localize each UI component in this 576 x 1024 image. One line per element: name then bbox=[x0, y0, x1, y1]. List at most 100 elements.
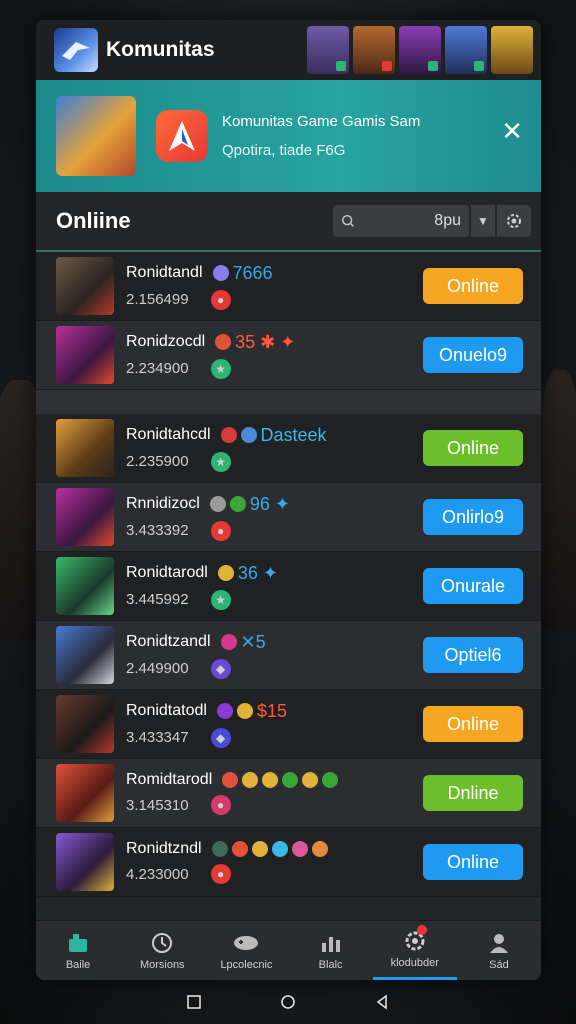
status-button[interactable]: Online bbox=[423, 430, 523, 466]
promo-banner[interactable]: Komunitas Game Gamis Sam Qpotira, tiade … bbox=[36, 80, 541, 192]
nav-item-club[interactable]: klodubder bbox=[372, 921, 457, 980]
banner-title: Komunitas Game Gamis Sam bbox=[222, 113, 421, 130]
player-avatar bbox=[56, 626, 114, 684]
rank-icon bbox=[215, 334, 232, 350]
hero-avatar[interactable] bbox=[491, 26, 533, 74]
player-list: Ronidtandl 7666 2.156499 ● Online Ronidzoc… bbox=[36, 252, 541, 897]
player-row[interactable]: Ronidtahcdl Dasteek 2.235900 ★ Online bbox=[36, 414, 541, 483]
chevron-down-icon[interactable]: ▼ bbox=[471, 205, 495, 237]
player-score: 2.235900 bbox=[126, 453, 189, 470]
player-tag: 96 ✦ bbox=[249, 493, 290, 514]
player-avatar bbox=[56, 488, 114, 546]
nav-label: Baile bbox=[65, 958, 91, 971]
controller-icon bbox=[233, 931, 259, 955]
settings-gear-icon[interactable] bbox=[497, 205, 531, 237]
status-button[interactable]: Onuelo9 bbox=[423, 337, 523, 373]
player-avatar bbox=[56, 764, 114, 822]
nav-label: Sád bbox=[489, 958, 509, 971]
player-name: Ronidtandl bbox=[126, 264, 203, 281]
nav-item-profile[interactable]: Sád bbox=[457, 921, 541, 980]
hero-avatar-strip bbox=[307, 26, 533, 74]
rank-icon bbox=[231, 841, 248, 857]
player-row[interactable]: Ronidtandl 7666 2.156499 ● Online bbox=[36, 252, 541, 321]
rank-icon bbox=[251, 841, 268, 857]
rank-icon bbox=[302, 772, 319, 788]
player-row[interactable]: Ronidzocdl 35 ✱ ✦ 2.234900 ★ Onuelo9 bbox=[36, 321, 541, 390]
player-tag: $15 bbox=[256, 700, 287, 721]
nav-item-home[interactable]: Baile bbox=[36, 921, 120, 980]
status-icon: ● bbox=[210, 520, 231, 541]
rank-icon bbox=[222, 772, 239, 788]
nav-item-stats[interactable]: Blalc bbox=[289, 921, 373, 980]
bottom-navigation: Baile Morsions Lpcolecnic Blalc klodubde… bbox=[36, 920, 541, 980]
rank-icon bbox=[209, 496, 226, 512]
player-name: Ronidtzandl bbox=[126, 633, 211, 650]
rank-icon bbox=[282, 772, 299, 788]
search-icon bbox=[342, 214, 354, 227]
hero-avatar[interactable] bbox=[307, 26, 349, 74]
status-button[interactable]: Dnline bbox=[423, 775, 523, 811]
list-separator bbox=[36, 390, 541, 414]
player-tag: ✕5 bbox=[240, 631, 266, 652]
rank-icon bbox=[217, 565, 234, 581]
rank-icon bbox=[229, 496, 246, 512]
player-score: 2.234900 bbox=[126, 360, 189, 377]
rank-icon bbox=[271, 841, 288, 857]
status-button[interactable]: Optiel6 bbox=[423, 637, 523, 673]
status-icon: ◆ bbox=[210, 658, 231, 679]
player-row[interactable]: Romidtarodl 3.145310 ● Dnline bbox=[36, 759, 541, 828]
search-box[interactable] bbox=[333, 205, 469, 237]
status-button[interactable]: Onlirlo9 bbox=[423, 499, 523, 535]
player-avatar bbox=[56, 326, 114, 384]
section-title: Onliine bbox=[56, 208, 131, 233]
hero-avatar[interactable] bbox=[353, 26, 395, 74]
system-navigation-bar bbox=[0, 980, 576, 1024]
rank-icon bbox=[220, 427, 237, 443]
player-tag: 7666 bbox=[232, 262, 273, 283]
stats-icon bbox=[318, 931, 344, 955]
recents-icon[interactable] bbox=[186, 994, 202, 1010]
player-score: 3.433347 bbox=[126, 729, 189, 746]
nav-item-collection[interactable]: Lpcolecnic bbox=[204, 921, 288, 980]
status-button[interactable]: Onurale bbox=[423, 568, 523, 604]
rank-icon bbox=[262, 772, 279, 788]
player-row[interactable]: Ronidtatodl $15 3.433347 ◆ Online bbox=[36, 690, 541, 759]
player-tag: Dasteek bbox=[260, 424, 327, 445]
rank-icon bbox=[240, 427, 257, 443]
rank-icon bbox=[322, 772, 339, 788]
status-button[interactable]: Online bbox=[423, 706, 523, 742]
rank-icon bbox=[216, 703, 233, 719]
nav-label: Lpcolecnic bbox=[220, 958, 273, 971]
home-icon bbox=[65, 931, 91, 955]
rank-icon bbox=[311, 841, 328, 857]
player-row[interactable]: Rnnidizocl 96 ✦ 3.433392 ● Onlirlo9 bbox=[36, 483, 541, 552]
clock-icon bbox=[149, 931, 175, 955]
close-icon[interactable]: ✕ bbox=[501, 118, 523, 144]
nav-label: klodubder bbox=[390, 957, 439, 969]
player-name: Ronidzocdl bbox=[126, 333, 206, 350]
rank-icon bbox=[212, 265, 229, 281]
status-button[interactable]: Online bbox=[423, 268, 523, 304]
nav-item-missions[interactable]: Morsions bbox=[120, 921, 204, 980]
player-avatar bbox=[56, 695, 114, 753]
player-name: Romidtarodl bbox=[126, 771, 213, 788]
rank-icon bbox=[220, 634, 237, 650]
player-name: Rnnidizocl bbox=[126, 495, 200, 512]
player-score: 3.145310 bbox=[126, 796, 189, 814]
search-input[interactable] bbox=[355, 212, 461, 230]
player-tag: 35 ✱ ✦ bbox=[235, 331, 296, 352]
player-row[interactable]: Ronidtarodl 36 ✦ 3.445992 ★ Onurale bbox=[36, 552, 541, 621]
status-icon: ● bbox=[210, 289, 231, 310]
player-avatar bbox=[56, 419, 114, 477]
status-button[interactable]: Online bbox=[423, 844, 523, 880]
background-figure-right bbox=[538, 370, 576, 630]
hero-avatar[interactable] bbox=[399, 26, 441, 74]
status-icon: ★ bbox=[210, 589, 231, 610]
player-row[interactable]: Ronidtzandl ✕5 2.449900 ◆ Optiel6 bbox=[36, 621, 541, 690]
player-row[interactable]: Ronidtzndl 4.233000 ● Online bbox=[36, 828, 541, 897]
back-icon[interactable] bbox=[374, 994, 390, 1010]
notification-badge bbox=[416, 925, 427, 935]
home-button-icon[interactable] bbox=[280, 994, 296, 1010]
hero-avatar[interactable] bbox=[445, 26, 487, 74]
rank-icon bbox=[211, 841, 228, 857]
